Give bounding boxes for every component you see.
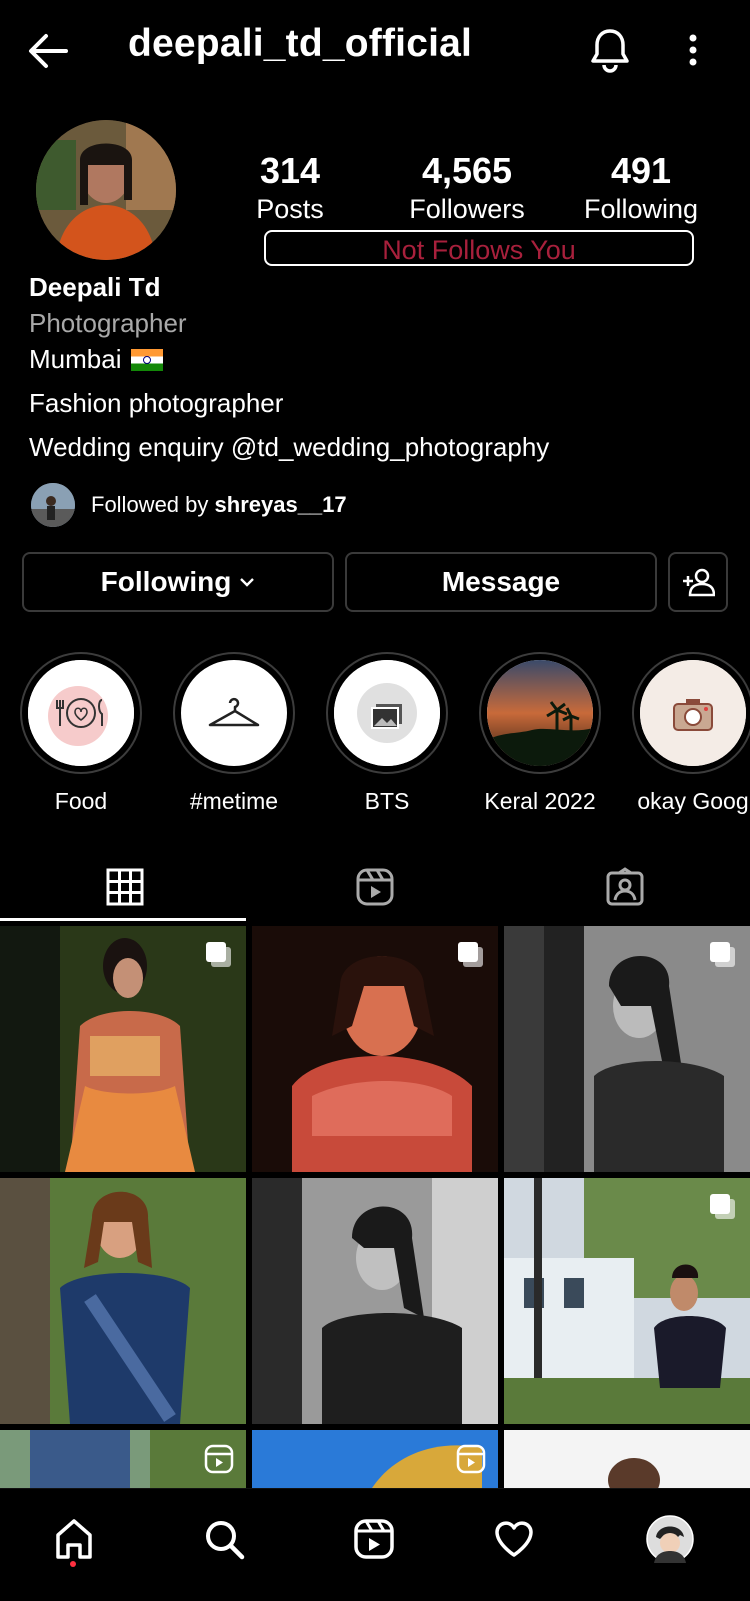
followed-by-user: shreyas__17 <box>214 492 347 517</box>
reel-icon <box>204 1444 234 1474</box>
tagged-icon <box>605 867 645 907</box>
reel-icon <box>456 1444 486 1474</box>
posts-grid <box>0 926 750 1488</box>
profile-name: Deepali Td <box>29 272 161 302</box>
bio-city: Mumbai <box>29 344 122 374</box>
bio-line-3[interactable]: Wedding enquiry @td_wedding_photography <box>29 432 549 463</box>
hanger-icon <box>181 660 287 766</box>
profile-avatar-tab[interactable] <box>640 1509 700 1569</box>
post-thumbnail[interactable] <box>504 1178 750 1424</box>
following-stat[interactable]: 491 Following <box>566 150 716 226</box>
followers-label: Followers <box>409 194 525 224</box>
highlight-okay-goog[interactable]: okay Goog <box>632 652 750 815</box>
multiple-posts-icon <box>708 940 738 970</box>
search-icon[interactable] <box>194 1509 254 1569</box>
post-thumbnail[interactable] <box>504 926 750 1172</box>
post-thumbnail[interactable] <box>252 1178 498 1424</box>
post-thumbnail[interactable] <box>504 1430 750 1488</box>
followers-count: 4,565 <box>421 150 513 191</box>
bio-city-line: Mumbai <box>29 344 164 375</box>
camera-icon <box>640 660 746 766</box>
tab-posts-grid[interactable] <box>0 854 250 920</box>
highlight-ring <box>20 652 142 774</box>
posts-label: Posts <box>256 194 324 224</box>
multiple-posts-icon <box>708 1192 738 1222</box>
plate-cutlery-icon <box>28 660 134 766</box>
profile-category: Photographer <box>29 308 187 338</box>
highlight-ring <box>479 652 601 774</box>
arrow-left-icon[interactable] <box>24 26 74 76</box>
post-thumbnail[interactable] <box>0 926 246 1172</box>
highlight-label: BTS <box>364 788 410 814</box>
followed-by-text[interactable]: Followed by shreyas__17 <box>91 492 347 518</box>
chevron-down-icon <box>239 576 255 588</box>
highlight-metime[interactable]: #metime <box>173 652 295 815</box>
multiple-posts-icon <box>204 940 234 970</box>
highlight-label: #metime <box>189 788 279 814</box>
highlight-ring <box>173 652 295 774</box>
follow-status-badge: Not Follows You <box>264 230 694 266</box>
highlight-bts[interactable]: BTS <box>326 652 448 815</box>
highlight-label: Keral 2022 <box>484 788 596 814</box>
followers-stat[interactable]: 4,565 Followers <box>392 150 542 226</box>
posts-stat[interactable]: 314 Posts <box>250 150 330 226</box>
post-thumbnail[interactable] <box>252 1430 498 1488</box>
bell-icon[interactable] <box>588 26 632 74</box>
post-thumbnail[interactable] <box>252 926 498 1172</box>
following-button[interactable]: Following <box>22 552 334 612</box>
sunset-thumbnail <box>487 660 593 766</box>
reels-icon[interactable] <box>344 1509 404 1569</box>
message-button-label: Message <box>441 566 561 597</box>
post-thumbnail[interactable] <box>0 1178 246 1424</box>
bio-line-2: Fashion photographer <box>29 388 284 418</box>
posts-count: 314 <box>259 150 321 191</box>
following-button-label: Following <box>100 566 232 597</box>
reels-icon <box>355 867 395 907</box>
multiple-posts-icon <box>456 940 486 970</box>
message-button[interactable]: Message <box>345 552 657 612</box>
more-vertical-icon[interactable] <box>676 30 710 70</box>
suggest-people-button[interactable] <box>668 552 728 612</box>
profile-avatar[interactable] <box>36 120 176 260</box>
post-thumbnail[interactable] <box>0 1430 246 1488</box>
highlight-food[interactable]: Food <box>20 652 142 815</box>
following-label: Following <box>583 194 699 224</box>
tab-tagged[interactable] <box>500 854 750 920</box>
highlight-keral-2022[interactable]: Keral 2022 <box>479 652 601 815</box>
highlight-label: okay Goog <box>637 788 749 814</box>
active-tab-indicator <box>0 918 246 921</box>
following-count: 491 <box>610 150 672 191</box>
home-icon[interactable] <box>44 1509 104 1569</box>
highlight-label: Food <box>54 788 108 814</box>
heart-icon[interactable] <box>484 1509 544 1569</box>
username-title: deepali_td_official <box>128 22 473 65</box>
grid-icon <box>106 868 144 906</box>
follower-avatar[interactable] <box>31 483 75 527</box>
photo-gallery-icon <box>334 660 440 766</box>
profile-header: deepali_td_official <box>0 0 750 100</box>
highlight-ring <box>632 652 750 774</box>
tab-reels[interactable] <box>250 854 500 920</box>
highlight-ring <box>326 652 448 774</box>
bottom-navigation <box>0 1488 750 1601</box>
followed-by-prefix: Followed by <box>91 492 215 517</box>
notification-dot <box>70 1561 76 1567</box>
add-user-icon <box>681 567 715 597</box>
india-flag-icon <box>131 349 164 371</box>
